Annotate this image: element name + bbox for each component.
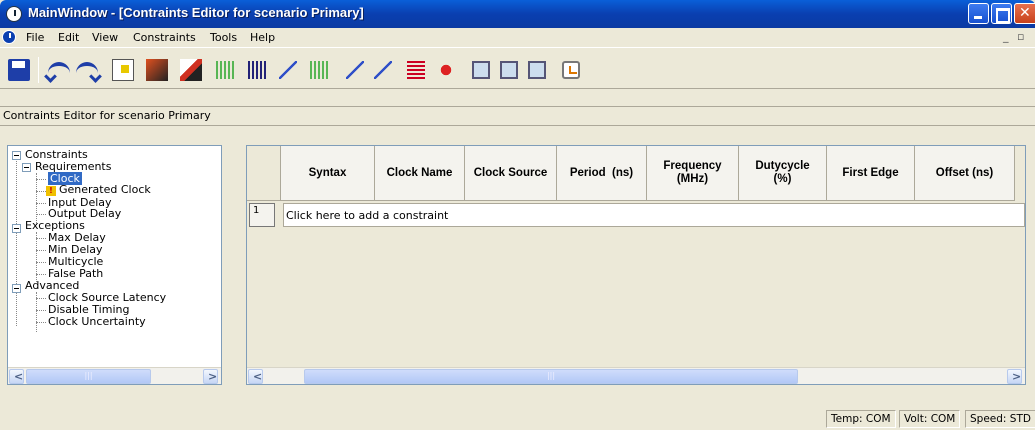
column-header-period[interactable]: Period (ns) bbox=[557, 146, 647, 201]
tree-line bbox=[36, 191, 46, 192]
menu-file[interactable]: File bbox=[26, 31, 44, 44]
tree-line bbox=[36, 214, 46, 215]
tree-line bbox=[36, 310, 46, 311]
mdi-clock-icon[interactable] bbox=[2, 30, 16, 44]
status-temp: Temp: COM bbox=[826, 410, 896, 428]
collapse-icon[interactable] bbox=[12, 224, 21, 233]
grid-corner bbox=[247, 146, 281, 201]
constraints-grid[interactable]: Syntax Clock Name Clock Source Period (n… bbox=[246, 145, 1026, 385]
scroll-left-arrow-icon[interactable] bbox=[9, 369, 24, 384]
scroll-right-arrow-icon[interactable] bbox=[203, 369, 218, 384]
mdi-minimize-icon[interactable]: _ bbox=[1003, 30, 1009, 43]
menu-view[interactable]: View bbox=[92, 31, 118, 44]
undo-icon[interactable] bbox=[48, 62, 70, 76]
add-constraint-text: Click here to add a constraint bbox=[286, 209, 449, 222]
tree-line bbox=[36, 274, 46, 275]
save-icon[interactable] bbox=[8, 59, 30, 81]
tree-line bbox=[16, 161, 17, 326]
menu-help[interactable]: Help bbox=[250, 31, 275, 44]
tree-horizontal-scrollbar[interactable] bbox=[8, 367, 221, 384]
tree-line bbox=[36, 250, 46, 251]
grid-horizontal-scrollbar[interactable] bbox=[247, 367, 1025, 384]
status-bar: Temp: COM Volt: COM Speed: STD bbox=[0, 407, 1035, 430]
redo-icon[interactable] bbox=[76, 62, 98, 76]
add-constraint-row[interactable]: Click here to add a constraint bbox=[283, 203, 1025, 227]
scroll-right-arrow-icon[interactable] bbox=[1007, 369, 1022, 384]
scroll-thumb[interactable] bbox=[304, 369, 798, 384]
collapse-icon[interactable] bbox=[22, 163, 31, 172]
tree-item-clock-uncertainty[interactable]: Clock Uncertainty bbox=[48, 315, 146, 328]
tree-line bbox=[36, 322, 46, 323]
output-delay-icon[interactable] bbox=[310, 61, 328, 79]
toolbar bbox=[0, 47, 1035, 89]
document-label-bar: Contraints Editor for scenario Primary bbox=[0, 106, 1035, 126]
column-header-offset[interactable]: Offset (ns) bbox=[915, 146, 1015, 201]
tree-line bbox=[36, 179, 46, 180]
collapse-icon[interactable] bbox=[12, 151, 21, 160]
menu-edit[interactable]: Edit bbox=[58, 31, 79, 44]
menu-bar: File Edit View Constraints Tools Help _ … bbox=[0, 28, 1035, 47]
mdi-restore-icon[interactable]: ▫ bbox=[1017, 30, 1024, 43]
document-label: Contraints Editor for scenario Primary bbox=[3, 109, 211, 122]
column-header-clock-name[interactable]: Clock Name bbox=[375, 146, 465, 201]
false-path-icon[interactable] bbox=[437, 61, 455, 79]
disable-timing-icon[interactable] bbox=[500, 61, 518, 79]
maximize-button[interactable] bbox=[991, 3, 1012, 24]
clock-uncertainty-icon[interactable] bbox=[528, 61, 546, 79]
window-title: MainWindow - [Contraints Editor for scen… bbox=[28, 5, 364, 20]
status-speed: Speed: STD bbox=[965, 410, 1035, 428]
status-volt: Volt: COM bbox=[899, 410, 961, 428]
minimize-button[interactable] bbox=[968, 3, 989, 24]
scroll-thumb[interactable] bbox=[26, 369, 151, 384]
generate-icon[interactable] bbox=[146, 59, 168, 81]
check-icon[interactable] bbox=[562, 61, 580, 79]
scroll-left-arrow-icon[interactable] bbox=[248, 369, 263, 384]
row-number: 1 bbox=[253, 205, 260, 216]
collapse-icon[interactable] bbox=[12, 284, 21, 293]
column-header-frequency[interactable]: Frequency (MHz) bbox=[647, 146, 739, 201]
generated-clock-icon[interactable] bbox=[248, 61, 266, 79]
import-icon[interactable] bbox=[112, 59, 134, 81]
menu-tools[interactable]: Tools bbox=[210, 31, 237, 44]
close-button[interactable] bbox=[1014, 3, 1035, 24]
column-header-dutycycle[interactable]: Dutycycle (%) bbox=[739, 146, 827, 201]
tree-line bbox=[36, 298, 46, 299]
app-clock-icon[interactable] bbox=[6, 6, 22, 22]
multicycle-icon[interactable] bbox=[407, 61, 425, 79]
menu-constraints[interactable]: Constraints bbox=[133, 31, 196, 44]
warning-icon: ! bbox=[46, 186, 56, 196]
column-header-syntax[interactable]: Syntax bbox=[281, 146, 375, 201]
tree-item-generated-clock[interactable]: Generated Clock bbox=[59, 183, 151, 196]
input-delay-icon[interactable] bbox=[279, 61, 297, 79]
clock-icon[interactable] bbox=[216, 61, 234, 79]
column-header-clock-source[interactable]: Clock Source bbox=[465, 146, 557, 201]
min-delay-icon[interactable] bbox=[374, 61, 392, 79]
tree-line bbox=[36, 238, 46, 239]
export-icon[interactable] bbox=[180, 59, 202, 81]
tree-line bbox=[36, 262, 46, 263]
constraints-tree[interactable]: Constraints Requirements Clock ! Generat… bbox=[7, 145, 222, 385]
tree-line bbox=[36, 203, 46, 204]
title-bar: MainWindow - [Contraints Editor for scen… bbox=[0, 0, 1035, 28]
max-delay-icon[interactable] bbox=[346, 61, 364, 79]
clock-source-latency-icon[interactable] bbox=[472, 61, 490, 79]
toolbar-separator bbox=[38, 57, 39, 83]
tree-line bbox=[36, 173, 37, 225]
column-header-first-edge[interactable]: First Edge bbox=[827, 146, 915, 201]
row-header[interactable]: 1 bbox=[249, 203, 275, 227]
